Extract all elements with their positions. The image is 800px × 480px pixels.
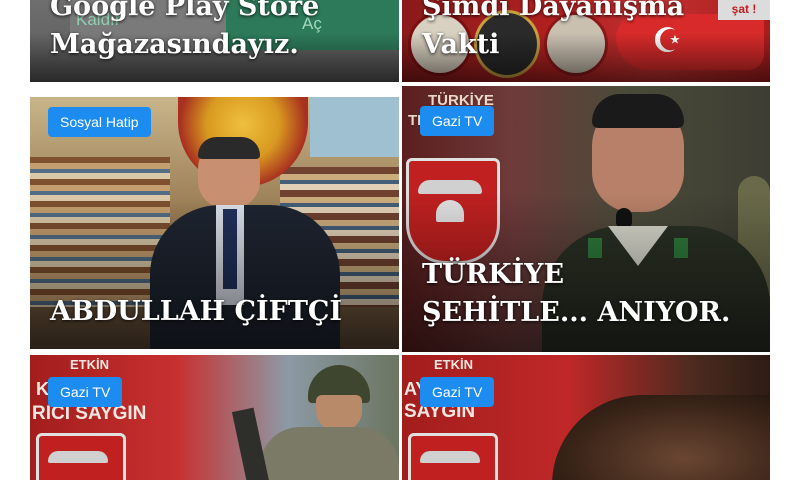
card-title: TÜRKİYE ŞEHİTLE... ANIYOR.	[422, 256, 754, 332]
news-grid: Kaldır Aç Google Play Store Mağazasınday…	[30, 0, 770, 480]
background-text: ETKİN	[434, 357, 473, 372]
soldier-body	[260, 427, 399, 480]
category-badge[interactable]: Gazi TV	[48, 377, 123, 407]
card-title-line1: TÜRKİYE	[422, 259, 565, 290]
news-card-turkiye-sehitle[interactable]: TÜRKİYE TLE... R Gazi TV TÜRKİYE ŞEHİTLE…	[402, 86, 770, 352]
background-text: ETKİN	[70, 357, 109, 372]
soldier-face	[316, 395, 362, 431]
card-title: ABDULLAH ÇİFTÇİ	[50, 293, 383, 331]
card-title-line2: Vakti	[422, 29, 500, 60]
card-title: Şimdi Dayanışma Vakti	[422, 0, 754, 64]
news-card-abdullah-ciftci[interactable]: Sosyal Hatip ABDULLAH ÇİFTÇİ	[30, 97, 399, 349]
map-image	[310, 97, 399, 157]
news-card-google-play[interactable]: Kaldır Aç Google Play Store Mağazasınday…	[30, 0, 399, 82]
news-card-dayanisma[interactable]: ☪ şat ! Şimdi Dayanışma Vakti	[402, 0, 770, 82]
news-card-gazi-tv-2[interactable]: ETKİN AY SAYGIN Gazi TV	[402, 355, 770, 480]
category-badge[interactable]: Sosyal Hatip	[48, 107, 151, 137]
news-card-gazi-tv-1[interactable]: K ETKİN RICI SAYGIN Gazi TV	[30, 355, 399, 480]
category-badge[interactable]: Gazi TV	[420, 106, 495, 136]
card-title-line1: Şimdi Dayanışma	[422, 0, 685, 22]
card-title: Google Play Store Mağazasındayız.	[50, 0, 383, 64]
officer-hair	[592, 94, 684, 128]
eagle-wings-icon	[420, 451, 480, 463]
card-title-line1: Google Play Store	[50, 0, 320, 22]
card-title-line1: ABDULLAH ÇİFTÇİ	[50, 296, 343, 327]
card-title-line2: ŞEHİTLE... ANIYOR.	[422, 297, 731, 328]
eagle-wings-icon	[48, 451, 108, 463]
category-badge[interactable]: Gazi TV	[420, 377, 495, 407]
speaker-hair	[198, 137, 260, 159]
card-title-line2: Mağazasındayız.	[50, 29, 299, 60]
